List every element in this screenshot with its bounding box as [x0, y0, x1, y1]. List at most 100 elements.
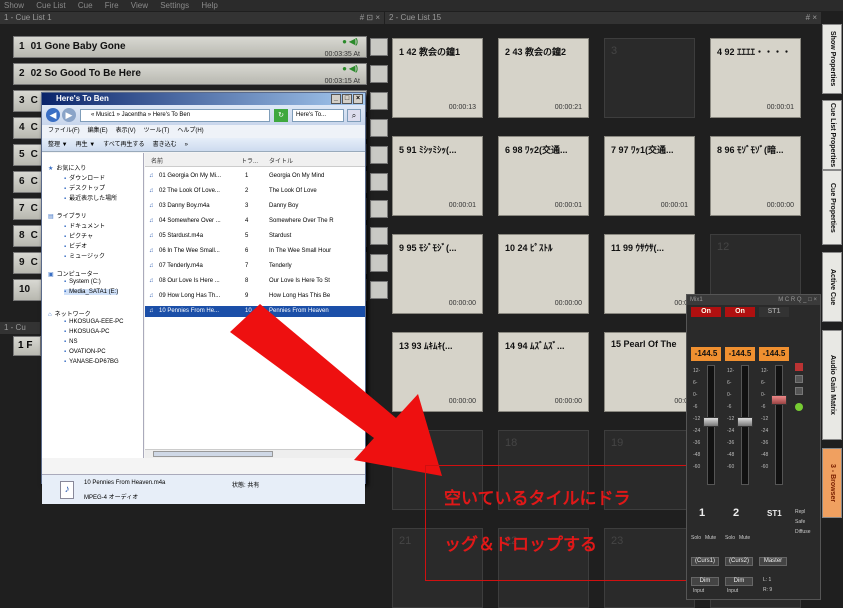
master-output[interactable]: Master [759, 557, 787, 566]
panel-controls[interactable]: # ⊡ × [360, 12, 380, 24]
side-tab[interactable]: Audio Gain Matrix [822, 330, 842, 440]
nav-item[interactable]: ★ お気に入り [48, 163, 86, 172]
channel-2-fader-knob[interactable] [737, 417, 753, 427]
explorer-toolbar-item[interactable]: すべて再生する [103, 142, 144, 148]
explorer-menu-item[interactable]: ファイル(F) [48, 128, 80, 134]
cue-tile[interactable]: 6 98 ﾜｯ2(交通... 00:00:01 [498, 136, 589, 216]
nav-item[interactable]: ▪ HKOSUGA-PC [64, 329, 109, 335]
nav-item[interactable]: ▪ HKOSUGA-EEE-PC [64, 319, 123, 325]
cue-tile[interactable]: 1 42 教会の鐘1 00:00:13 [392, 38, 483, 118]
cue-side-button[interactable] [370, 200, 388, 218]
file-row[interactable]: ♫ 08 Our Love Is Here ... 8 Our Love Is Her… [145, 276, 365, 287]
search-input[interactable]: Here's To... [292, 109, 344, 122]
channel-1-output[interactable]: (Curs1) [691, 557, 719, 566]
cue-row[interactable]: 1 01 Gone Baby Gone ● ◀) 00:03:35 At [13, 36, 367, 58]
channel-1-on-button[interactable]: On [691, 307, 721, 317]
mixer-window-controls[interactable]: M C R Q _ □ × [778, 295, 817, 305]
mixer-indicator-3[interactable] [795, 387, 803, 395]
file-row[interactable]: ♫ 01 Georgia On My Mi... 1 Georgia On My Mi… [145, 171, 365, 182]
side-tab[interactable]: Cue Properties [822, 170, 842, 245]
search-icon[interactable]: ⌕ [347, 109, 361, 122]
nav-item[interactable]: ▪ Media_SATA1 (E:) [64, 289, 119, 295]
col-name[interactable]: 名前 [151, 156, 163, 165]
cue-tile[interactable]: 11 99 ｳｻｳｻ(... 00:0 [604, 234, 695, 314]
repl-button[interactable]: Repl [795, 509, 805, 515]
menu-show[interactable]: Show [4, 1, 24, 10]
side-tab[interactable]: Active Cue [822, 252, 842, 322]
cue-tile[interactable]: 15 Pearl Of The 00:0 [604, 332, 695, 412]
cue-side-button[interactable] [370, 65, 388, 83]
col-title[interactable]: タイトル [269, 156, 293, 165]
file-row[interactable]: ♫ 04 Somewhere Over ... 4 Somewhere Over Th… [145, 216, 365, 227]
explorer-menu-item[interactable]: ヘルプ(H) [177, 128, 203, 134]
nav-item[interactable]: ▤ ライブラリ [48, 211, 87, 220]
refresh-icon[interactable]: ↻ [274, 109, 288, 122]
mixer-red-indicator[interactable] [795, 363, 803, 371]
menu-cue-list[interactable]: Cue List [36, 1, 65, 10]
cue-tile[interactable]: 7 97 ﾜｯ1(交通... 00:00:01 [604, 136, 695, 216]
nav-item[interactable]: ▣ コンピューター [48, 269, 99, 278]
nav-item[interactable]: ▪ ダウンロード [64, 173, 105, 182]
cue-tile[interactable]: 4 92 ｴｴｴｴ・・・・ 00:00:01 [710, 38, 801, 118]
side-tab[interactable]: Cue List Properties [822, 100, 842, 170]
nav-item[interactable]: ▪ ビデオ [64, 241, 87, 250]
cue-tile[interactable]: 5 91 ﾐｼｯﾐｼｯ(... 00:00:01 [392, 136, 483, 216]
cue-side-button[interactable] [370, 227, 388, 245]
explorer-menu-item[interactable]: ツール(T) [144, 128, 170, 134]
channel-2-solo[interactable]: Solo [725, 535, 735, 541]
nav-item[interactable]: ▪ ピクチャ [64, 231, 93, 240]
channel-1-dim[interactable]: Dim [691, 577, 719, 586]
menu-cue[interactable]: Cue [78, 1, 93, 10]
menu-settings[interactable]: Settings [160, 1, 189, 10]
back-icon[interactable]: ◀ [46, 108, 60, 122]
cue-tile[interactable]: 3 [604, 38, 695, 118]
explorer-toolbar-item[interactable]: 書き込む [153, 142, 177, 148]
cue-side-button[interactable] [370, 254, 388, 272]
diffuse-button[interactable]: Diffuse [795, 529, 810, 535]
cue-side-button[interactable] [370, 119, 388, 137]
mixer-green-indicator[interactable] [795, 403, 803, 411]
menu-view[interactable]: View [131, 1, 148, 10]
address-input[interactable]: « Music1 » Jacentha » Here's To Ben [80, 109, 270, 122]
mixer-indicator-2[interactable] [795, 375, 803, 383]
cue-tile[interactable]: 14 94 ﾑｽﾞﾑｽﾞ... 00:00:00 [498, 332, 589, 412]
cue-tile[interactable]: 2 43 教会の鐘2 00:00:21 [498, 38, 589, 118]
explorer-toolbar-item[interactable]: 再生 ▼ [76, 142, 96, 148]
minimize-icon[interactable]: _ [331, 94, 341, 104]
col-track[interactable]: トラ... [241, 156, 258, 165]
explorer-toolbar-item[interactable]: » [185, 142, 188, 148]
safe-button[interactable]: Safe [795, 519, 805, 525]
nav-item[interactable]: ▪ YANASE-DP67BG [64, 359, 119, 365]
channel-2-mute[interactable]: Mute [739, 535, 750, 541]
explorer-menu-item[interactable]: 編集(E) [88, 128, 108, 134]
maximize-icon[interactable]: □ [342, 94, 352, 104]
nav-item[interactable]: ▪ ドキュメント [64, 221, 105, 230]
side-tab[interactable]: Show Properties [822, 24, 842, 94]
nav-item[interactable]: ▪ OVATION-PC [64, 349, 106, 355]
file-row[interactable]: ♫ 07 Tenderly.m4a 7 Tenderly [145, 261, 365, 272]
explorer-menu-item[interactable]: 表示(V) [116, 128, 136, 134]
explorer-toolbar-item[interactable]: 整理 ▼ [48, 142, 68, 148]
explorer-titlebar[interactable]: Here's To Ben _ □ × [42, 93, 365, 105]
nav-item[interactable]: ▪ 最近表示した場所 [64, 193, 117, 202]
forward-icon[interactable]: ▶ [62, 108, 76, 122]
file-row[interactable]: ♫ 02 The Look Of Love... 2 The Look Of Love [145, 186, 365, 197]
channel-2-dim[interactable]: Dim [725, 577, 753, 586]
channel-1-solo[interactable]: Solo [691, 535, 701, 541]
file-row[interactable]: ♫ 05 Stardust.m4a 5 Stardust [145, 231, 365, 242]
file-row[interactable]: ♫ 03 Danny Boy.m4a 3 Danny Boy [145, 201, 365, 212]
st1-fader-knob[interactable] [771, 395, 787, 405]
panel-controls-right[interactable]: # × [806, 12, 817, 24]
nav-item[interactable]: ▪ NS [64, 339, 77, 345]
menu-help[interactable]: Help [201, 1, 217, 10]
cue-side-button[interactable] [370, 146, 388, 164]
file-row[interactable]: ♫ 06 In The Wee Small... 6 In The Wee Small… [145, 246, 365, 257]
nav-item[interactable]: ⌂ ネットワーク [48, 309, 91, 318]
mixer-titlebar[interactable]: Mix1 M C R Q _ □ × [687, 295, 820, 305]
nav-item[interactable]: ▪ ミュージック [64, 251, 105, 260]
st1-fader[interactable] [775, 365, 783, 485]
cue-tile[interactable]: 8 96 ﾓｿﾞﾓｿﾞ(暗... 00:00:00 [710, 136, 801, 216]
cue-side-button[interactable] [370, 173, 388, 191]
cue-side-button[interactable] [370, 92, 388, 110]
lower-cue-row[interactable]: 1 F [13, 336, 41, 356]
